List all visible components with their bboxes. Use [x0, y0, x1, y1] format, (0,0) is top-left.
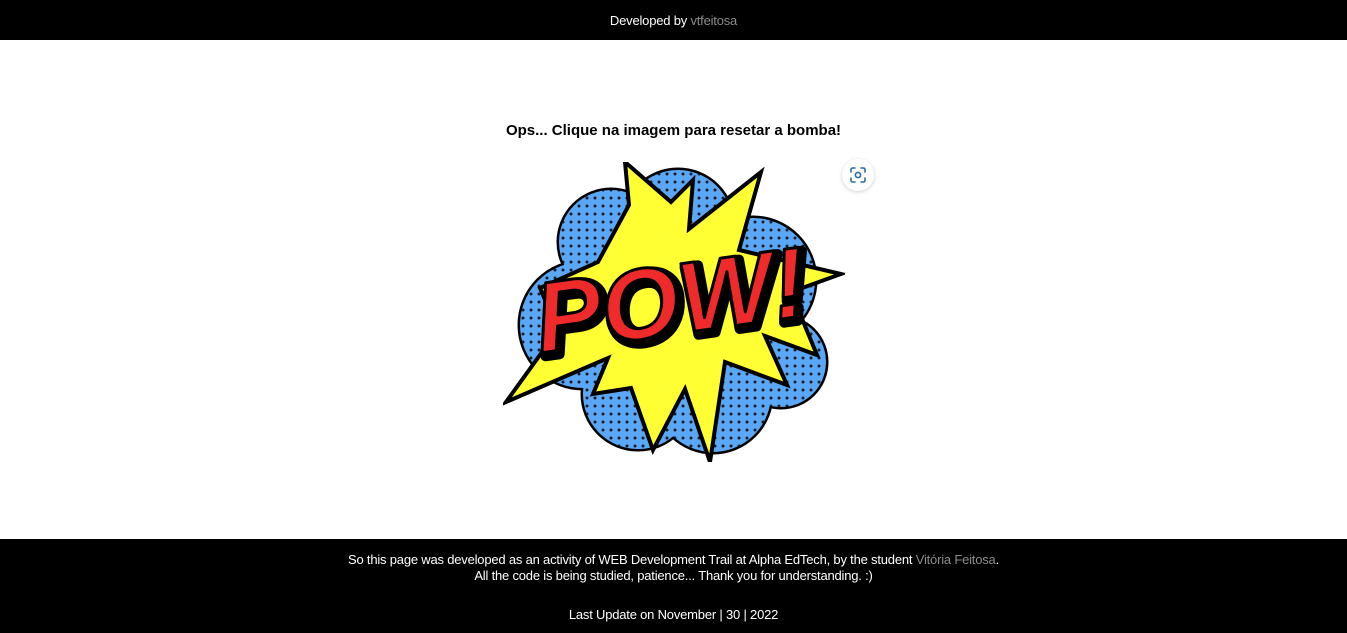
student-link[interactable]: Vitória Feitosa [916, 552, 996, 567]
pow-bomb-image[interactable]: POW! POW! [503, 162, 845, 462]
footer: So this page was developed as an activit… [0, 539, 1347, 633]
footer-credits: So this page was developed as an activit… [0, 552, 1347, 567]
reset-instruction: Ops... Clique na imagem para resetar a b… [505, 122, 842, 139]
footer-note: All the code is being studied, patience.… [474, 568, 873, 583]
last-update: Last Update on November | 30 | 2022 [568, 607, 779, 622]
visual-search-button[interactable] [842, 159, 874, 191]
visual-search-icon [850, 167, 866, 183]
main-content: Ops... Clique na imagem para resetar a b… [0, 40, 1347, 539]
top-bar: Developed by vtfeitosa [0, 0, 1347, 40]
author-link[interactable]: vtfeitosa [690, 13, 737, 28]
footer-credits-text: So this page was developed as an activit… [348, 552, 913, 567]
developed-by-label: Developed by [609, 12, 688, 28]
footer-period: . [995, 552, 1000, 567]
